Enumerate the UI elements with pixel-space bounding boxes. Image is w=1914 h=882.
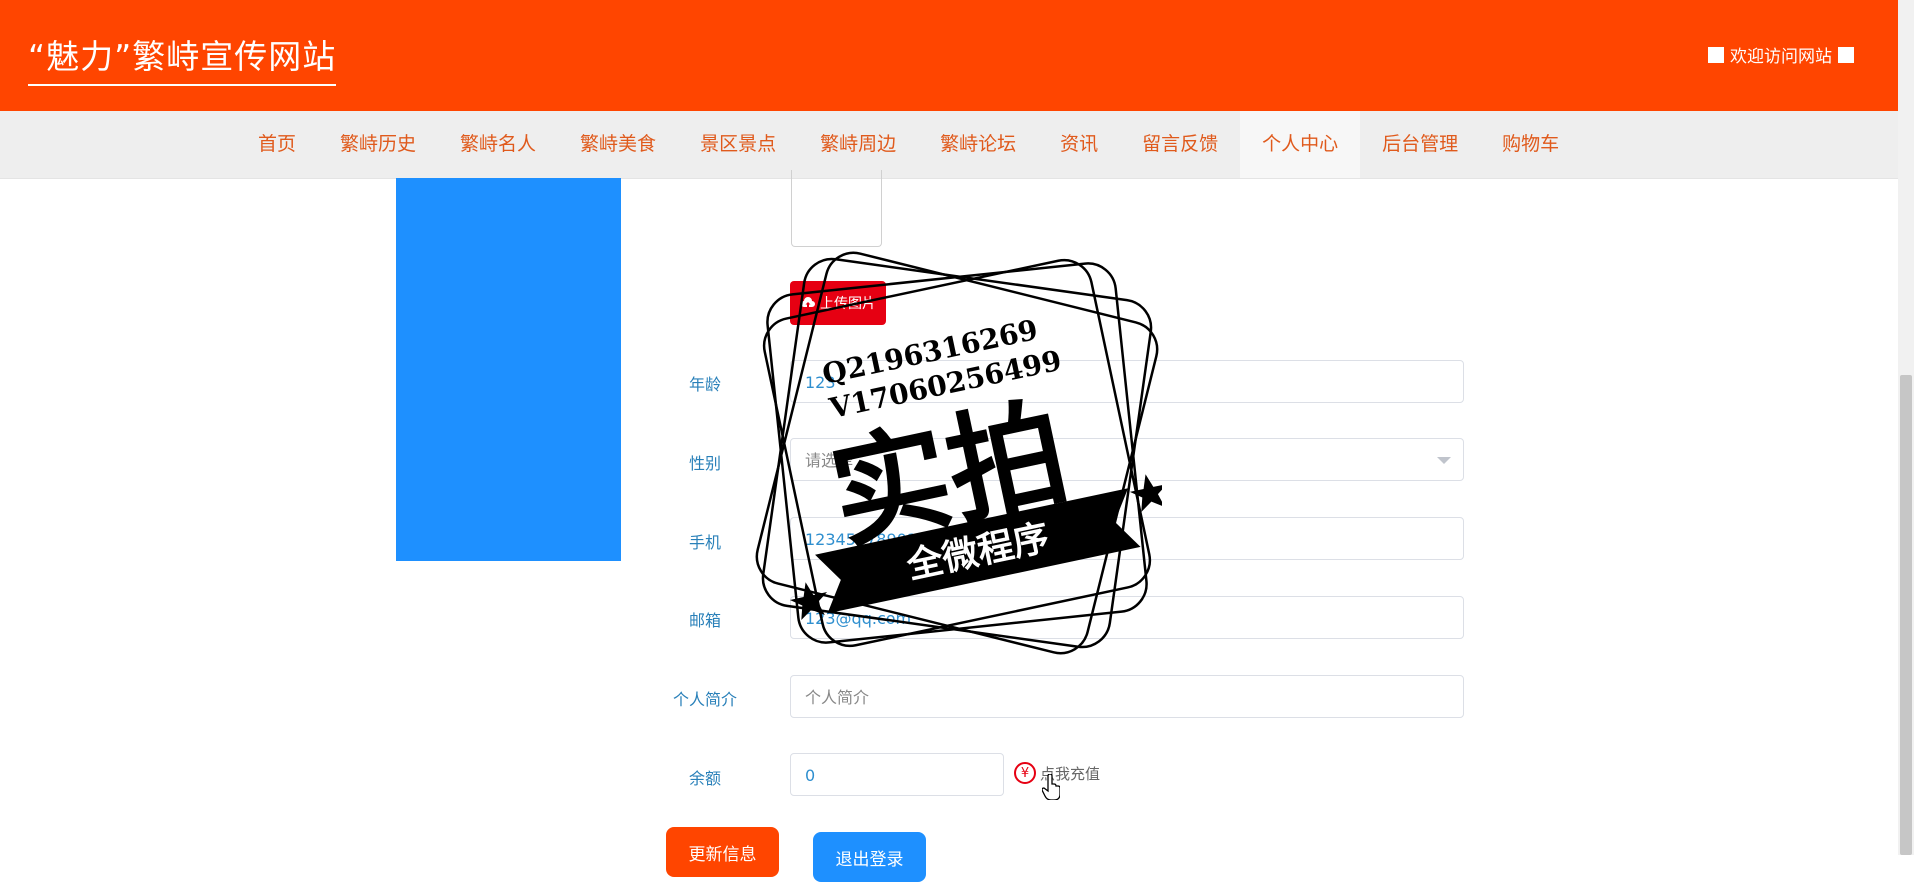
balance-label: 余额 (688, 769, 721, 788)
welcome-banner: 欢迎访问网站 (1702, 42, 1860, 67)
bio-input-placeholder: 个人简介 (805, 688, 870, 707)
main-nav: 首页 繁峙历史 繁峙名人 繁峙美食 景区景点 繁峙周边 繁峙论坛 资讯 留言反馈… (0, 111, 1898, 179)
nav-item-admin[interactable]: 后台管理 (1360, 111, 1480, 178)
nav-item-personal-center[interactable]: 个人中心 (1240, 111, 1361, 178)
nav-item-home[interactable]: 首页 (236, 111, 318, 178)
nav-item-cart[interactable]: 购物车 (1480, 111, 1581, 178)
yen-icon: ¥ (1014, 762, 1036, 784)
scrollbar-thumb[interactable] (1900, 375, 1912, 855)
avatar-preview (791, 170, 882, 247)
square-icon (1838, 46, 1854, 63)
site-header: “魅力”繁峙宣传网站 欢迎访问网站 (0, 0, 1898, 111)
bio-label: 个人简介 (672, 690, 737, 709)
nav-item-feedback[interactable]: 留言反馈 (1120, 111, 1240, 178)
sidebar-block (396, 178, 621, 561)
nav-item-surroundings[interactable]: 繁峙周边 (798, 111, 918, 178)
nav-item-celebrities[interactable]: 繁峙名人 (438, 111, 558, 178)
hand-cursor-icon (1042, 774, 1060, 800)
balance-input[interactable]: 0 (790, 753, 1004, 796)
nav-item-news[interactable]: 资讯 (1038, 111, 1120, 178)
nav-item-history[interactable]: 繁峙历史 (318, 111, 438, 178)
logout-button[interactable]: 退出登录 (813, 832, 926, 882)
watermark-stamp: Q2196316269 V17060256499 实拍 全微程序 (755, 251, 1162, 655)
nav-item-forum[interactable]: 繁峙论坛 (918, 111, 1038, 178)
nav-item-food[interactable]: 繁峙美食 (558, 111, 678, 178)
chevron-down-icon (1437, 457, 1451, 464)
square-icon (1708, 46, 1724, 63)
bio-input[interactable]: 个人简介 (790, 675, 1464, 718)
update-info-button[interactable]: 更新信息 (666, 827, 779, 877)
nav-item-scenic-spots[interactable]: 景区景点 (678, 111, 798, 178)
page-scrollbar[interactable] (1898, 0, 1914, 855)
site-title[interactable]: “魅力”繁峙宣传网站 (28, 30, 337, 86)
welcome-text: 欢迎访问网站 (1730, 47, 1832, 67)
